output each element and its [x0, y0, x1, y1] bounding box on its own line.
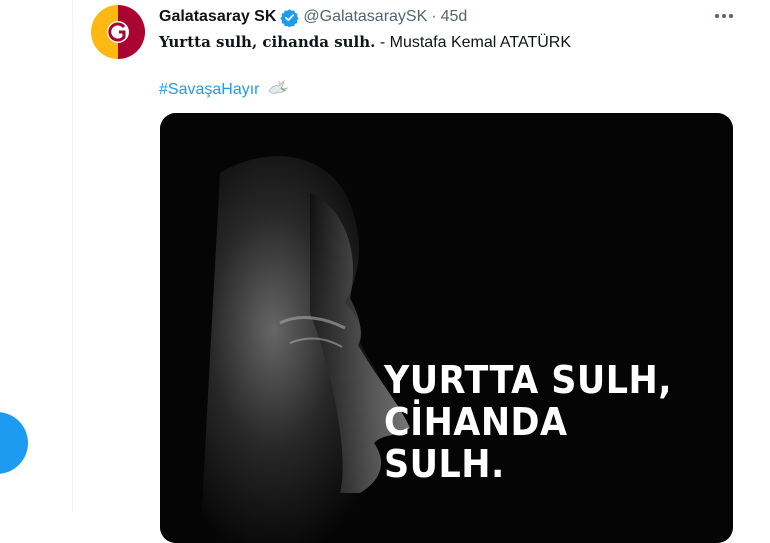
galatasaray-logo-icon: [91, 5, 145, 59]
tweet-article[interactable]: Galatasaray SK @GalatasaraySK · 45d Yurt…: [73, 0, 770, 543]
media-caption-text: YURTTA SULH, CİHANDA SULH.: [384, 359, 678, 485]
left-navigation-rail: [0, 0, 73, 512]
more-options-button[interactable]: [712, 8, 736, 24]
quote-attribution: - Mustafa Kemal ATATÜRK: [375, 34, 571, 51]
hashtag-line: #SavaşaHayır: [159, 77, 288, 102]
tweet-header: Galatasaray SK @GalatasaraySK · 45d: [159, 6, 467, 28]
separator-dot: ·: [431, 8, 437, 25]
timestamp[interactable]: 45d: [441, 8, 468, 26]
more-horizontal-icon: [715, 14, 733, 18]
handle[interactable]: @GalatasaraySK: [303, 8, 427, 26]
tweet-media-image[interactable]: YURTTA SULH, CİHANDA SULH.: [160, 113, 733, 543]
display-name[interactable]: Galatasaray SK: [159, 8, 276, 26]
media-line-2: CİHANDA SULH.: [384, 400, 568, 486]
dove-icon: [266, 77, 288, 102]
quote-bold-text: Yurtta sulh, cihanda sulh.: [159, 33, 376, 51]
hashtag-link[interactable]: #SavaşaHayır: [159, 81, 260, 99]
avatar[interactable]: [91, 5, 145, 59]
verified-badge-icon: [280, 8, 300, 27]
media-line-1: YURTTA SULH,: [384, 358, 672, 402]
compose-tweet-button[interactable]: [0, 412, 28, 474]
tweet-text: Yurtta sulh, cihanda sulh. - Mustafa Kem…: [159, 33, 571, 52]
